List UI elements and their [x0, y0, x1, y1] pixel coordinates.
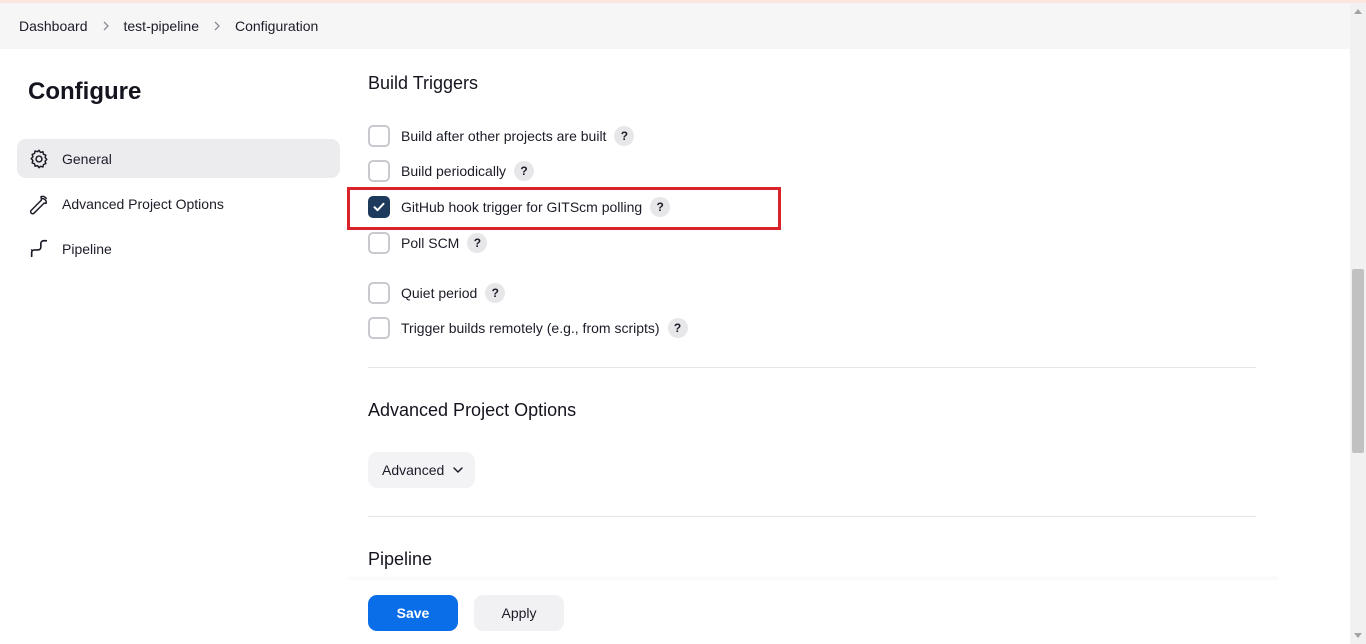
scroll-down-arrow-icon[interactable]: [1354, 633, 1362, 638]
checkbox[interactable]: [368, 160, 390, 182]
sidebar-item-label: Advanced Project Options: [62, 195, 224, 212]
help-icon[interactable]: ?: [467, 233, 488, 253]
scroll-thumb[interactable]: [1352, 269, 1364, 453]
trigger-quiet-period[interactable]: Quiet period ?: [368, 281, 506, 305]
chevron-right-icon: [88, 21, 124, 31]
save-button[interactable]: Save: [368, 595, 458, 631]
help-icon[interactable]: ?: [614, 126, 635, 146]
checkbox-label[interactable]: Quiet period: [401, 285, 477, 301]
section-divider: [368, 367, 1256, 368]
help-icon[interactable]: ?: [485, 283, 506, 303]
help-icon[interactable]: ?: [667, 318, 688, 338]
breadcrumb-configuration[interactable]: Configuration: [235, 18, 318, 34]
sidebar-item-general[interactable]: General: [17, 139, 340, 178]
checkbox[interactable]: [368, 317, 390, 339]
scroll-up-arrow-icon[interactable]: [1354, 9, 1362, 14]
build-triggers-title: Build Triggers: [368, 73, 479, 93]
checkbox[interactable]: [368, 125, 390, 147]
checkbox-label[interactable]: Trigger builds remotely (e.g., from scri…: [401, 320, 660, 336]
checkbox[interactable]: [368, 282, 390, 304]
trigger-build-after-other-projects[interactable]: Build after other projects are built ?: [368, 124, 635, 148]
checkbox-label[interactable]: Build periodically: [401, 163, 506, 179]
chevron-right-icon: [199, 21, 235, 31]
vertical-scrollbar[interactable]: [1350, 3, 1366, 644]
breadcrumb-test-pipeline[interactable]: test-pipeline: [124, 18, 200, 34]
breadcrumb: Dashboard test-pipeline Configuration: [0, 3, 1350, 49]
highlight-annotation-box: [347, 187, 781, 230]
section-divider: [368, 516, 1256, 517]
advanced-button[interactable]: Advanced: [368, 452, 475, 488]
advanced-button-label: Advanced: [382, 462, 445, 478]
breadcrumb-dashboard[interactable]: Dashboard: [19, 18, 88, 34]
apply-button[interactable]: Apply: [474, 595, 564, 631]
sidebar-item-pipeline[interactable]: Pipeline: [17, 229, 340, 268]
trigger-poll-scm[interactable]: Poll SCM ?: [368, 231, 488, 255]
sidebar-title: Configure: [28, 78, 142, 105]
checkbox-label[interactable]: Poll SCM: [401, 235, 459, 251]
checkbox[interactable]: [368, 232, 390, 254]
chevron-down-icon: [453, 467, 464, 473]
help-icon[interactable]: ?: [514, 161, 535, 181]
gear-icon: [28, 148, 50, 170]
trigger-builds-remotely[interactable]: Trigger builds remotely (e.g., from scri…: [368, 316, 688, 340]
sidebar-item-label: General: [62, 150, 112, 167]
pipeline-title: Pipeline: [368, 549, 433, 569]
wrench-icon: [28, 193, 50, 215]
sidebar-item-advanced-project-options[interactable]: Advanced Project Options: [17, 184, 340, 223]
advanced-project-options-title: Advanced Project Options: [368, 400, 577, 420]
trigger-build-periodically[interactable]: Build periodically ?: [368, 159, 535, 183]
pipeline-icon: [28, 238, 50, 260]
sidebar-item-label: Pipeline: [62, 240, 112, 257]
checkbox-label[interactable]: Build after other projects are built: [401, 128, 606, 144]
